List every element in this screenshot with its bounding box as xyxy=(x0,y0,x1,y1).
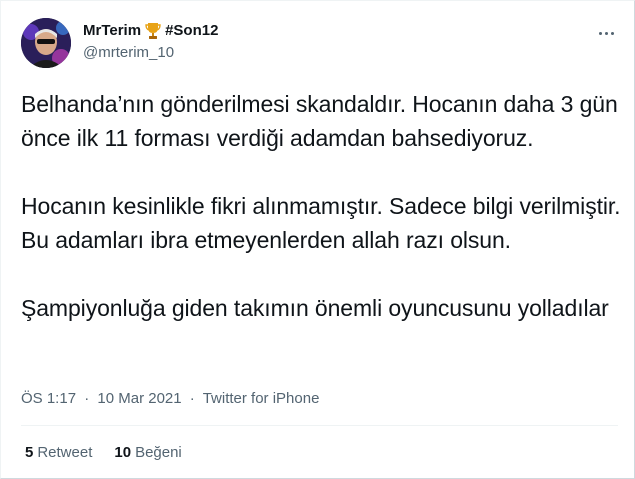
user-handle[interactable]: @mrterim_10 xyxy=(83,43,174,63)
retweets-label: Retweet xyxy=(37,444,93,461)
avatar[interactable] xyxy=(21,18,71,68)
meta-separator: · xyxy=(189,390,195,407)
tweet-paragraph: Şampiyonluğa giden takımın önemli oyuncu… xyxy=(21,295,609,321)
more-options-button[interactable] xyxy=(594,23,618,43)
retweets-count: 5 xyxy=(25,444,34,461)
display-name[interactable]: MrTerim xyxy=(83,21,141,41)
likes-count: 10 xyxy=(114,444,132,461)
tweet-date[interactable]: 10 Mar 2021 xyxy=(97,390,181,407)
more-dots-icon xyxy=(598,31,602,35)
likes-label: Beğeni xyxy=(135,444,182,461)
tweet-source-link[interactable]: Twitter for iPhone xyxy=(203,390,320,407)
tweet-stats: 5 Retweet 10 Beğeni xyxy=(25,443,182,463)
name-hashtag: #Son12 xyxy=(165,22,219,39)
tweet-paragraph: Hocanın kesinlikle fikri alınmamıştır. S… xyxy=(21,193,621,253)
author-name-row[interactable]: MrTerim #Son12 xyxy=(83,21,218,41)
tweet-paragraph: Belhanda’nın gönderilmesi skandaldır. Ho… xyxy=(21,91,618,151)
trophy-icon xyxy=(145,22,161,40)
tweet-time[interactable]: ÖS 1:17 xyxy=(21,390,76,407)
meta-separator: · xyxy=(84,390,90,407)
retweets-stat[interactable]: 5 Retweet xyxy=(25,443,92,463)
likes-stat[interactable]: 10 Beğeni xyxy=(114,443,181,463)
tweet-card: MrTerim #Son12 @mrterim_10 Belhanda’nın … xyxy=(0,0,635,479)
tweet-text: Belhanda’nın gönderilmesi skandaldır. Ho… xyxy=(21,87,621,325)
divider xyxy=(21,425,618,426)
tweet-meta: ÖS 1:17 · 10 Mar 2021 · Twitter for iPho… xyxy=(21,389,319,409)
avatar-image xyxy=(21,18,71,68)
